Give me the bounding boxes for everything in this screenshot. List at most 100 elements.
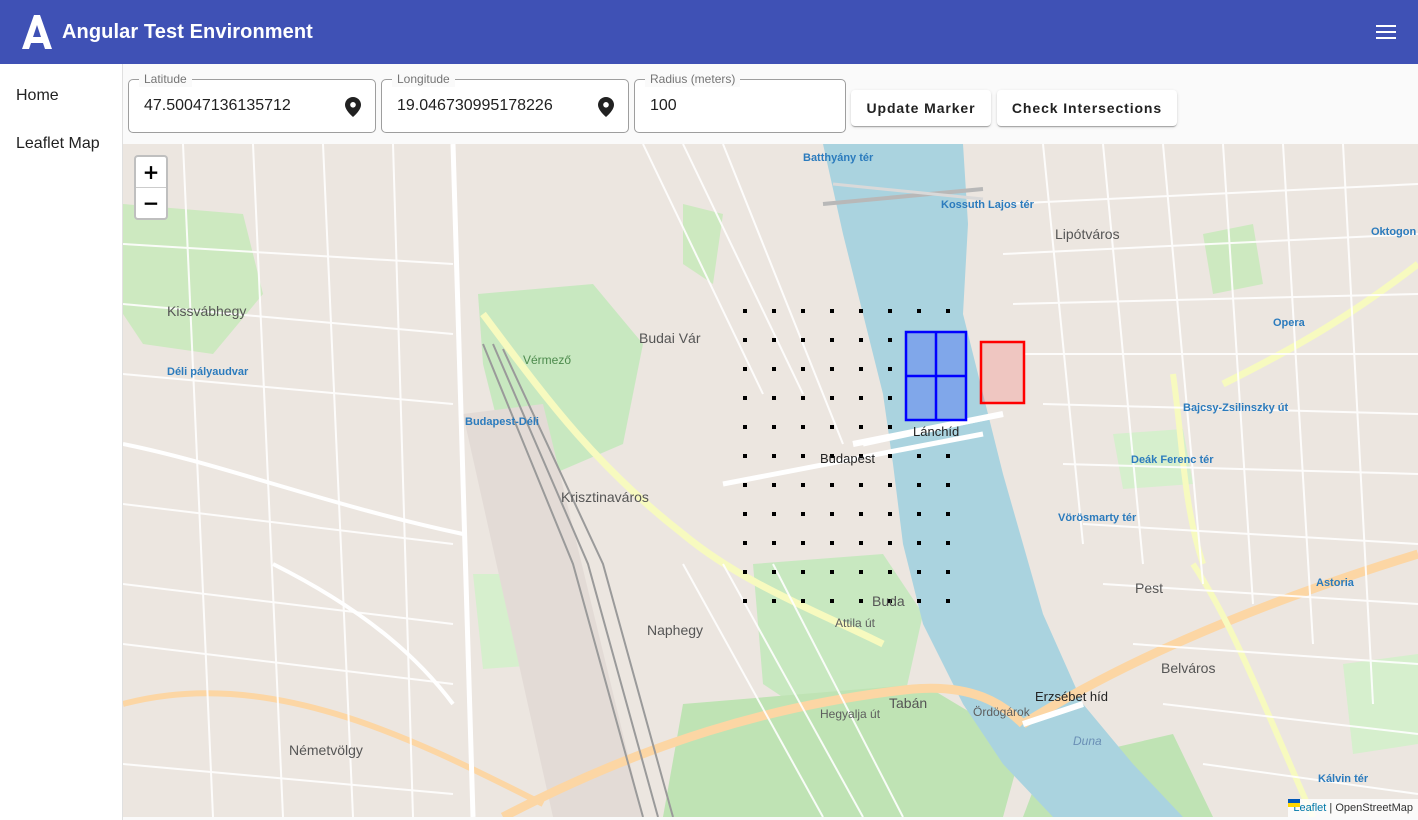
map-label-ordogarok: Ördögárok	[973, 705, 1030, 719]
map-tiles	[123, 144, 1418, 817]
grid-dot	[801, 454, 805, 458]
map-attribution: Leaflet | OpenStreetMap	[1288, 799, 1418, 817]
grid-dot	[830, 309, 834, 313]
grid-dot	[830, 338, 834, 342]
grid-dot	[888, 396, 892, 400]
grid-dot	[830, 512, 834, 516]
grid-dot	[917, 454, 921, 458]
grid-dot	[830, 396, 834, 400]
grid-dot	[743, 483, 747, 487]
grid-dot	[772, 599, 776, 603]
grid-dot	[743, 309, 747, 313]
grid-dot	[859, 338, 863, 342]
grid-dot	[946, 483, 950, 487]
zoom-control: + −	[134, 155, 168, 220]
update-marker-button[interactable]: Update Marker	[851, 90, 991, 126]
ukraine-flag-icon	[1288, 799, 1301, 807]
latitude-label: Latitude	[139, 71, 192, 87]
map-label-vorosmarty-ter: Vörösmarty tér	[1058, 512, 1137, 524]
grid-dot	[830, 367, 834, 371]
map-label-erzsebet-hid: Erzsébet híd	[1035, 689, 1108, 704]
nav-item-leaflet-map[interactable]: Leaflet Map	[16, 135, 100, 153]
grid-dot	[859, 570, 863, 574]
grid-dot	[946, 309, 950, 313]
grid-dot	[743, 599, 747, 603]
map-label-attila-ut: Attila út	[835, 616, 876, 630]
grid-dot	[772, 396, 776, 400]
map-label-taban: Tabán	[889, 695, 928, 711]
map-label-bajcsy: Bajcsy-Zsilinszky út	[1183, 402, 1289, 414]
map-label-krisztinavaros: Krisztinaváros	[561, 489, 649, 505]
longitude-label: Longitude	[392, 71, 455, 87]
grid-dot	[859, 483, 863, 487]
grid-dot	[859, 396, 863, 400]
radius-field[interactable]: Radius (meters)	[634, 71, 846, 133]
grid-dot	[830, 570, 834, 574]
grid-dot	[743, 570, 747, 574]
hamburger-menu-button[interactable]	[1372, 18, 1400, 46]
check-intersections-button[interactable]: Check Intersections	[997, 90, 1177, 126]
grid-dot	[946, 570, 950, 574]
map-label-deli-palyaudvar: Déli pályaudvar	[167, 366, 249, 378]
map-label-nemetvolgy: Németvölgy	[289, 742, 363, 758]
grid-dot	[772, 570, 776, 574]
grid-dot	[917, 512, 921, 516]
map-label-belvaros: Belváros	[1161, 660, 1216, 676]
grid-dot	[917, 309, 921, 313]
grid-dot	[801, 541, 805, 545]
grid-dot	[743, 512, 747, 516]
marker-grid	[904, 330, 968, 422]
map-label-vermezo: Vérmező	[523, 353, 572, 367]
grid-dot	[801, 367, 805, 371]
longitude-input[interactable]	[397, 94, 582, 118]
map-label-hegyalja-ut: Hegyalja út	[820, 707, 881, 721]
grid-dot	[772, 512, 776, 516]
grid-dot	[888, 367, 892, 371]
grid-dot	[801, 425, 805, 429]
grid-dot	[830, 541, 834, 545]
grid-dot	[772, 367, 776, 371]
grid-dot	[743, 338, 747, 342]
grid-dot	[772, 483, 776, 487]
grid-dot	[801, 338, 805, 342]
latitude-input[interactable]	[144, 94, 329, 118]
top-toolbar: Angular Test Environment	[0, 0, 1418, 64]
map-label-kalvin-ter: Kálvin tér	[1318, 773, 1369, 785]
grid-dot	[888, 570, 892, 574]
grid-dot	[917, 483, 921, 487]
location-pin-icon	[598, 97, 614, 117]
grid-dot	[772, 338, 776, 342]
grid-dot	[888, 425, 892, 429]
map-label-lipotvaros: Lipótváros	[1055, 226, 1120, 242]
map-label-kissvabhegy: Kissvábhegy	[167, 303, 247, 319]
grid-dot	[888, 309, 892, 313]
grid-dot	[743, 454, 747, 458]
leaflet-map[interactable]: Kissvábhegy Budai Vár Krisztinaváros Nap…	[123, 144, 1418, 817]
map-label-budapest-deli: Budapest-Déli	[465, 416, 539, 428]
grid-dot	[946, 541, 950, 545]
location-pin-icon	[345, 97, 361, 117]
osm-attribution: OpenStreetMap	[1335, 802, 1413, 814]
grid-dot	[859, 512, 863, 516]
grid-dot	[801, 396, 805, 400]
grid-dot	[772, 541, 776, 545]
zoom-out-button[interactable]: −	[136, 187, 166, 218]
map-label-budapest: Budapest	[820, 451, 875, 466]
grid-dot	[830, 425, 834, 429]
grid-dot	[801, 512, 805, 516]
grid-dot	[772, 454, 776, 458]
grid-dot	[859, 541, 863, 545]
map-label-lanchid: Lánchíd	[913, 424, 960, 439]
attribution-separator: |	[1329, 802, 1333, 814]
nav-item-home[interactable]: Home	[16, 87, 59, 105]
longitude-field[interactable]: Longitude	[381, 71, 629, 133]
grid-dot	[859, 599, 863, 603]
grid-dot	[859, 309, 863, 313]
latitude-field[interactable]: Latitude	[128, 71, 376, 133]
radius-input[interactable]	[650, 94, 820, 118]
grid-dot	[743, 367, 747, 371]
zoom-in-button[interactable]: +	[136, 157, 166, 187]
grid-dot	[946, 512, 950, 516]
map-label-naphegy: Naphegy	[647, 622, 704, 638]
grid-dot	[917, 570, 921, 574]
